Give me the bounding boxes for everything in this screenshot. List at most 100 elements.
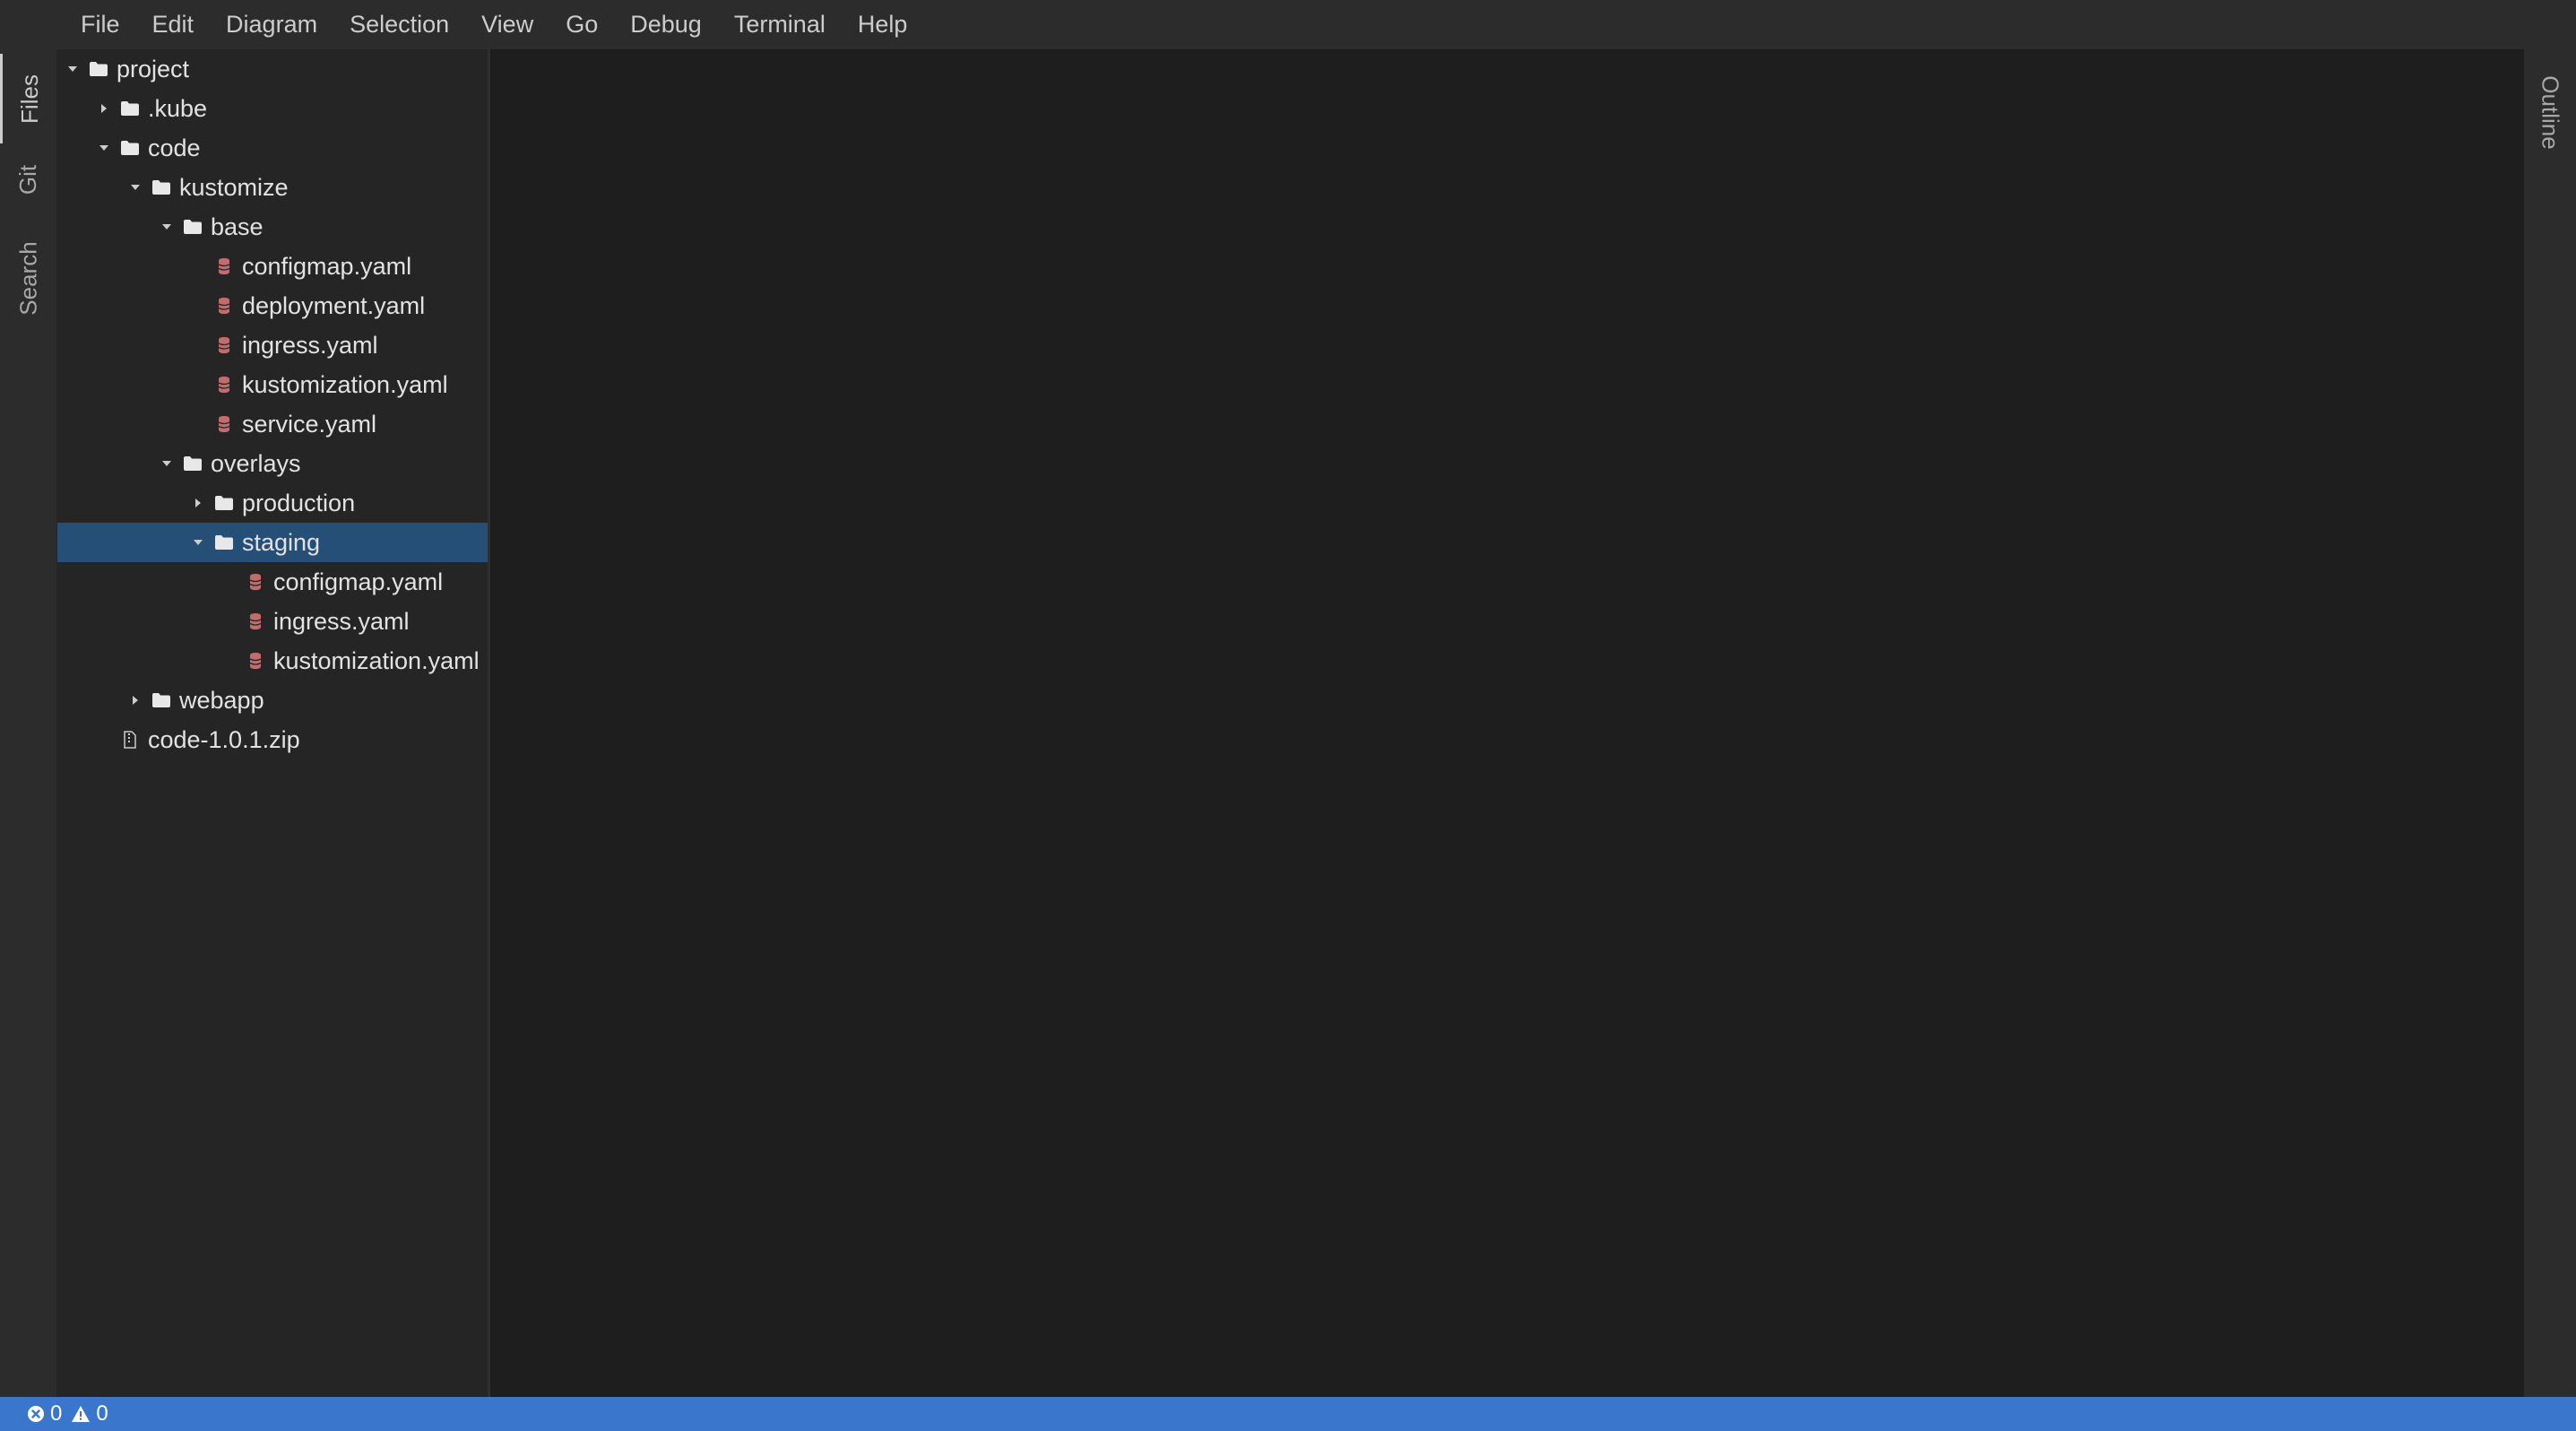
chevron-down-icon[interactable] [94,138,114,158]
tree-item-label: staging [242,529,321,556]
tree-item-label: code [148,134,201,161]
tab-files[interactable]: Files [0,54,57,143]
folder-icon [88,58,109,80]
menu-view[interactable]: View [465,0,549,49]
chevron-down-icon[interactable] [157,217,177,237]
yaml-file-icon [213,374,235,395]
tree-file-row[interactable]: ingress.yaml [57,325,488,365]
tree-folder-row[interactable]: production [57,483,488,523]
tree-folder-row[interactable]: webapp [57,681,488,720]
yaml-file-icon [245,571,266,593]
tree-item-label: code-1.0.1.zip [148,726,300,753]
yaml-file-icon [213,334,235,356]
chevron-right-icon[interactable] [94,99,114,118]
tree-folder-row[interactable]: staging [57,523,488,562]
app-window: File Edit Diagram Selection View Go Debu… [0,0,2576,1431]
tab-outline-label: Outline [2537,74,2564,150]
chevron-down-icon[interactable] [63,59,82,79]
tree-file-row[interactable]: service.yaml [57,404,488,444]
yaml-file-icon [213,413,235,435]
tree-file-row[interactable]: kustomization.yaml [57,365,488,404]
menu-file[interactable]: File [65,0,136,49]
problems-status[interactable]: 0 [27,1401,62,1427]
yaml-file-icon [213,295,235,317]
folder-icon [182,216,203,238]
tree-file-row[interactable]: code-1.0.1.zip [57,720,488,759]
tree-item-label: configmap.yaml [242,253,412,280]
folder-icon [213,492,235,514]
chevron-down-icon[interactable] [157,454,177,473]
warning-count: 0 [96,1401,108,1426]
tree-item-label: overlays [211,450,301,477]
tree-item-label: base [211,213,264,240]
tab-outline[interactable]: Outline [2524,58,2576,166]
tab-git-label: Git [14,164,42,195]
tree-item-label: production [242,490,356,516]
warnings-status[interactable]: 0 [71,1401,108,1427]
folder-icon [213,532,235,553]
left-activity-bar: Files Git Search [0,49,57,1397]
menu-selection[interactable]: Selection [333,0,465,49]
zip-file-icon [119,729,141,750]
tree-folder-row[interactable]: overlays [57,444,488,483]
folder-icon [151,177,172,198]
chevron-right-icon[interactable] [125,690,145,710]
tree-folder-row[interactable]: code [57,128,488,168]
menu-debug[interactable]: Debug [614,0,718,49]
tree-item-label: service.yaml [242,411,377,438]
tree-item-label: kustomization.yaml [273,647,480,674]
menu-terminal[interactable]: Terminal [718,0,842,49]
menu-edit[interactable]: Edit [136,0,211,49]
tree-file-row[interactable]: deployment.yaml [57,286,488,325]
file-explorer: project .kube code kustomize base configmap.y… [57,49,490,1397]
tree-item-label: webapp [179,687,264,714]
menu-go[interactable]: Go [549,0,614,49]
tree-item-label: kustomize [179,174,289,201]
tree-folder-row[interactable]: .kube [57,89,488,128]
folder-icon [119,137,141,159]
folder-icon [182,453,203,474]
tree-item-label: ingress.yaml [242,332,378,359]
tree-file-row[interactable]: configmap.yaml [57,562,488,602]
chevron-down-icon[interactable] [188,533,208,552]
error-count: 0 [50,1401,63,1426]
tree-folder-row[interactable]: project [57,49,488,89]
yaml-file-icon [245,650,266,672]
tree-file-row[interactable]: ingress.yaml [57,602,488,641]
tree-file-row[interactable]: kustomization.yaml [57,641,488,681]
menu-bar: File Edit Diagram Selection View Go Debu… [0,0,2576,49]
tree-item-label: project [117,56,190,82]
tree-item-label: .kube [148,95,208,122]
menu-help[interactable]: Help [842,0,924,49]
tab-files-label: Files [16,74,43,124]
tab-search-label: Search [14,240,42,316]
tree-item-label: configmap.yaml [273,568,444,595]
tree-file-row[interactable]: configmap.yaml [57,247,488,286]
warning-icon [71,1405,96,1423]
menu-diagram[interactable]: Diagram [210,0,333,49]
folder-icon [119,98,141,119]
chevron-right-icon[interactable] [188,493,208,513]
error-icon [27,1405,50,1423]
tree-item-label: ingress.yaml [273,608,410,635]
tree-item-label: deployment.yaml [242,292,426,319]
chevron-down-icon[interactable] [125,178,145,197]
tree-item-label: kustomization.yaml [242,371,448,398]
tab-search[interactable]: Search [0,220,57,336]
folder-icon [151,689,172,711]
tree-folder-row[interactable]: base [57,207,488,247]
tab-git[interactable]: Git [0,148,57,211]
status-bar: 0 0 [0,1397,2576,1431]
tree-folder-row[interactable]: kustomize [57,168,488,207]
editor-area[interactable] [490,49,2524,1397]
yaml-file-icon [245,611,266,632]
